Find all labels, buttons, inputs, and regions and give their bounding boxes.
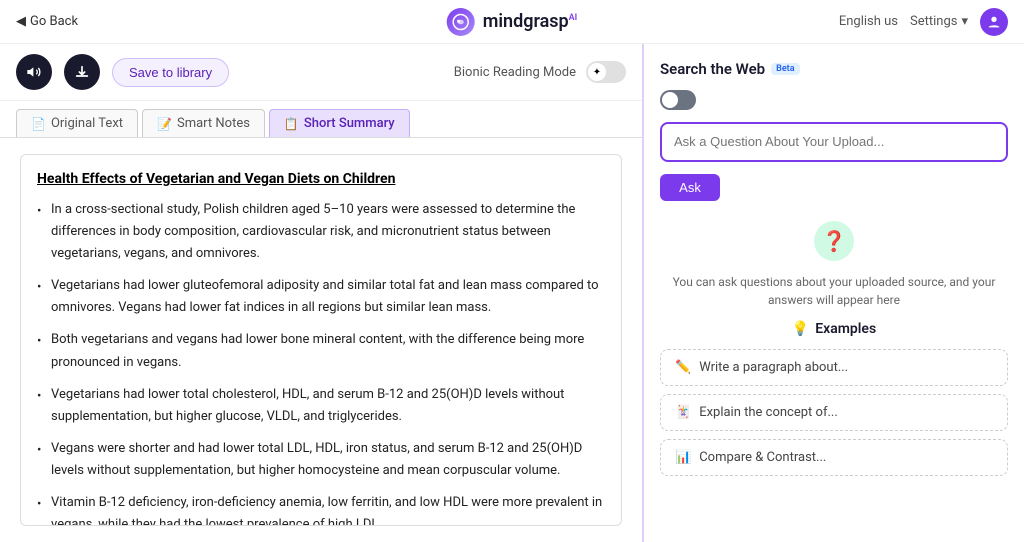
search-toggle-area (660, 90, 1008, 110)
logo-area: mindgraspAI (447, 8, 578, 36)
content-title: Health Effects of Vegetarian and Vegan D… (37, 171, 605, 187)
bullet-dot: • (37, 494, 45, 526)
question-icon: ❓ (814, 221, 854, 261)
chevron-down-icon: ▾ (961, 14, 968, 29)
go-back-label: Go Back (30, 14, 78, 29)
bullet-dot: • (37, 201, 45, 265)
tab-short-summary[interactable]: 📋 Short Summary (269, 109, 410, 137)
ask-input[interactable] (674, 134, 994, 149)
bullet-item: •Vegetarians had lower total cholesterol… (37, 384, 605, 428)
lightbulb-icon: 💡 (792, 321, 809, 337)
tab-short-summary-label: Short Summary (304, 116, 395, 131)
content-box: Health Effects of Vegetarian and Vegan D… (20, 154, 622, 526)
content-area: Health Effects of Vegetarian and Vegan D… (0, 138, 642, 542)
mindgrasp-logo-icon (447, 8, 475, 36)
tab-original-text-label: Original Text (51, 116, 123, 131)
helper-text: You can ask questions about your uploade… (660, 273, 1008, 309)
toolbar: Save to library Bionic Reading Mode ✦ (0, 44, 642, 101)
left-panel: Save to library Bionic Reading Mode ✦ 📄 … (0, 44, 644, 542)
bullet-text: Vegans were shorter and had lower total … (51, 438, 605, 482)
bionic-mode-toggle-area: Bionic Reading Mode ✦ (454, 61, 626, 83)
top-nav: ◀ Go Back mindgraspAI English us Setting… (0, 0, 1024, 44)
bionic-toggle[interactable]: ✦ (586, 61, 626, 83)
bionic-mode-label: Bionic Reading Mode (454, 65, 576, 80)
example-card[interactable]: 🃏 Explain the concept of... (660, 394, 1008, 431)
user-avatar[interactable] (980, 8, 1008, 36)
download-button[interactable] (64, 54, 100, 90)
bullet-text: Vegetarians had lower total cholesterol,… (51, 384, 605, 428)
right-panel: Search the Web Beta Ask ❓ You can ask qu… (644, 44, 1024, 542)
tabs-bar: 📄 Original Text 📝 Smart Notes 📋 Short Su… (0, 101, 642, 138)
example-icon: ✏️ (675, 360, 691, 375)
go-back-button[interactable]: ◀ Go Back (16, 14, 78, 29)
bullet-dot: • (37, 277, 45, 319)
search-web-toggle[interactable] (660, 90, 696, 110)
example-icon: 🃏 (675, 405, 691, 420)
content-text: •In a cross-sectional study, Polish chil… (37, 199, 605, 526)
save-to-library-button[interactable]: Save to library (112, 58, 229, 87)
example-label: Write a paragraph about... (699, 360, 848, 375)
bullet-item: •Vegetarians had lower gluteofemoral adi… (37, 275, 605, 319)
bullet-dot: • (37, 440, 45, 482)
short-summary-tab-icon: 📋 (284, 117, 299, 131)
bullet-item: •In a cross-sectional study, Polish chil… (37, 199, 605, 265)
bullet-text: Both vegetarians and vegans had lower bo… (51, 329, 605, 373)
toggle-knob: ✦ (588, 63, 606, 81)
bullet-text: Vitamin B-12 deficiency, iron-deficiency… (51, 492, 605, 526)
smart-notes-tab-icon: 📝 (157, 117, 172, 131)
settings-label: Settings (910, 14, 957, 29)
ask-input-container (660, 122, 1008, 162)
bullet-dot: • (37, 331, 45, 373)
original-text-tab-icon: 📄 (31, 117, 46, 131)
examples-list: ✏️ Write a paragraph about... 🃏 Explain the… (660, 349, 1008, 476)
example-card[interactable]: 📊 Compare & Contrast... (660, 439, 1008, 476)
bullet-text: In a cross-sectional study, Polish child… (51, 199, 605, 265)
bullet-item: •Both vegetarians and vegans had lower b… (37, 329, 605, 373)
bullet-dot: • (37, 386, 45, 428)
bullet-item: •Vitamin B-12 deficiency, iron-deficienc… (37, 492, 605, 526)
examples-area: ❓ You can ask questions about your uploa… (660, 221, 1008, 476)
example-label: Compare & Contrast... (699, 450, 826, 465)
main-layout: Save to library Bionic Reading Mode ✦ 📄 … (0, 44, 1024, 542)
search-web-label: Search the Web (660, 60, 765, 78)
example-card[interactable]: ✏️ Write a paragraph about... (660, 349, 1008, 386)
beta-badge: Beta (771, 63, 799, 75)
back-arrow-icon: ◀ (16, 14, 26, 29)
example-icon: 📊 (675, 450, 691, 465)
logo-text: mindgraspAI (483, 11, 578, 32)
bullet-text: Vegetarians had lower gluteofemoral adip… (51, 275, 605, 319)
example-label: Explain the concept of... (699, 405, 838, 420)
tab-smart-notes[interactable]: 📝 Smart Notes (142, 109, 265, 137)
ask-button[interactable]: Ask (660, 174, 720, 201)
bullet-item: •Vegans were shorter and had lower total… (37, 438, 605, 482)
nav-right: English us Settings ▾ (839, 8, 1008, 36)
tab-original-text[interactable]: 📄 Original Text (16, 109, 138, 137)
tab-smart-notes-label: Smart Notes (177, 116, 250, 131)
audio-button[interactable] (16, 54, 52, 90)
search-web-header: Search the Web Beta (660, 60, 1008, 78)
settings-button[interactable]: Settings ▾ (910, 14, 968, 29)
examples-title: 💡 Examples (792, 321, 876, 337)
search-toggle-knob (662, 92, 678, 108)
language-button[interactable]: English us (839, 14, 898, 29)
